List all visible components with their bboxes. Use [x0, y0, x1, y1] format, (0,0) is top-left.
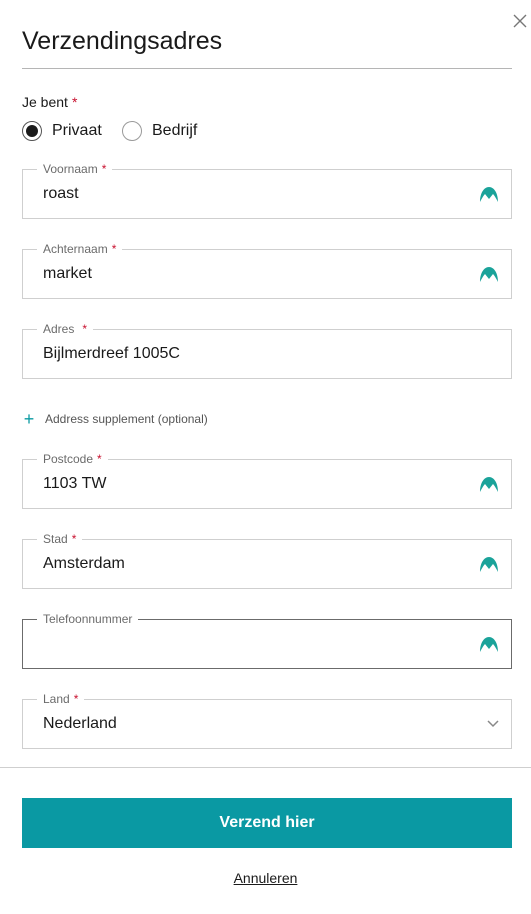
address-label: Adres * [37, 322, 94, 336]
city-label: Stad * [37, 532, 83, 546]
required-mark: * [71, 94, 78, 110]
autofill-icon[interactable] [479, 555, 499, 573]
last-name-value[interactable]: market [43, 265, 92, 283]
radio-bedrijf-circle[interactable] [122, 121, 142, 141]
address-supplement-label[interactable]: Address supplement (optional) [45, 412, 208, 426]
country-value[interactable]: Nederland [43, 715, 117, 733]
required-mark: * [111, 242, 117, 256]
postcode-label: Postcode * [37, 452, 108, 466]
phone-field[interactable]: Telefoonnummer [22, 612, 512, 669]
city-label-text: Stad [43, 532, 68, 546]
first-name-label: Voornaam * [37, 162, 113, 176]
first-name-label-text: Voornaam [43, 162, 98, 176]
autofill-icon[interactable] [479, 635, 499, 653]
required-mark: * [71, 532, 77, 546]
title-divider [22, 68, 512, 69]
footer-divider [0, 767, 531, 768]
autofill-icon[interactable] [479, 185, 499, 203]
city-field[interactable]: Stad * Amsterdam [22, 532, 512, 589]
last-name-label-text: Achternaam [43, 242, 108, 256]
radio-privaat-label[interactable]: Privaat [52, 122, 102, 140]
address-value[interactable]: Bijlmerdreef 1005C [43, 345, 180, 363]
ship-here-button[interactable]: Verzend hier [22, 798, 512, 848]
postcode-field[interactable]: Postcode * 1103 TW [22, 452, 512, 509]
required-mark: * [101, 162, 107, 176]
dialog-title: Verzendingsadres [22, 27, 223, 55]
radio-privaat-circle[interactable] [22, 121, 42, 141]
country-select[interactable]: Land * Nederland [22, 692, 512, 749]
chevron-down-icon[interactable] [487, 720, 499, 728]
plus-icon[interactable]: + [22, 410, 36, 428]
phone-label: Telefoonnummer [37, 612, 139, 626]
close-icon [513, 14, 527, 28]
required-mark: * [82, 322, 88, 336]
radio-privaat[interactable]: Privaat [22, 121, 102, 141]
customer-type-label-text: Je bent [22, 94, 68, 110]
postcode-value[interactable]: 1103 TW [43, 475, 106, 493]
last-name-label: Achternaam * [37, 242, 123, 256]
postcode-label-text: Postcode [43, 452, 94, 466]
radio-bedrijf[interactable]: Bedrijf [122, 121, 197, 141]
country-label-text: Land [43, 692, 70, 706]
first-name-field[interactable]: Voornaam * roast [22, 162, 512, 219]
city-value[interactable]: Amsterdam [43, 555, 125, 573]
required-mark: * [73, 692, 79, 706]
required-mark: * [97, 452, 102, 466]
address-label-text: Adres [43, 322, 75, 336]
radio-bedrijf-label[interactable]: Bedrijf [152, 122, 197, 140]
autofill-icon[interactable] [479, 475, 499, 493]
close-button[interactable] [511, 12, 529, 30]
autofill-icon[interactable] [479, 265, 499, 283]
country-label: Land * [37, 692, 85, 706]
cancel-link[interactable]: Annuleren [0, 870, 531, 886]
customer-type-label: Je bent * [22, 94, 77, 110]
first-name-value[interactable]: roast [43, 185, 79, 203]
last-name-field[interactable]: Achternaam * market [22, 242, 512, 299]
address-supplement-toggle[interactable]: + Address supplement (optional) [22, 410, 208, 428]
address-field[interactable]: Adres * Bijlmerdreef 1005C [22, 322, 512, 379]
